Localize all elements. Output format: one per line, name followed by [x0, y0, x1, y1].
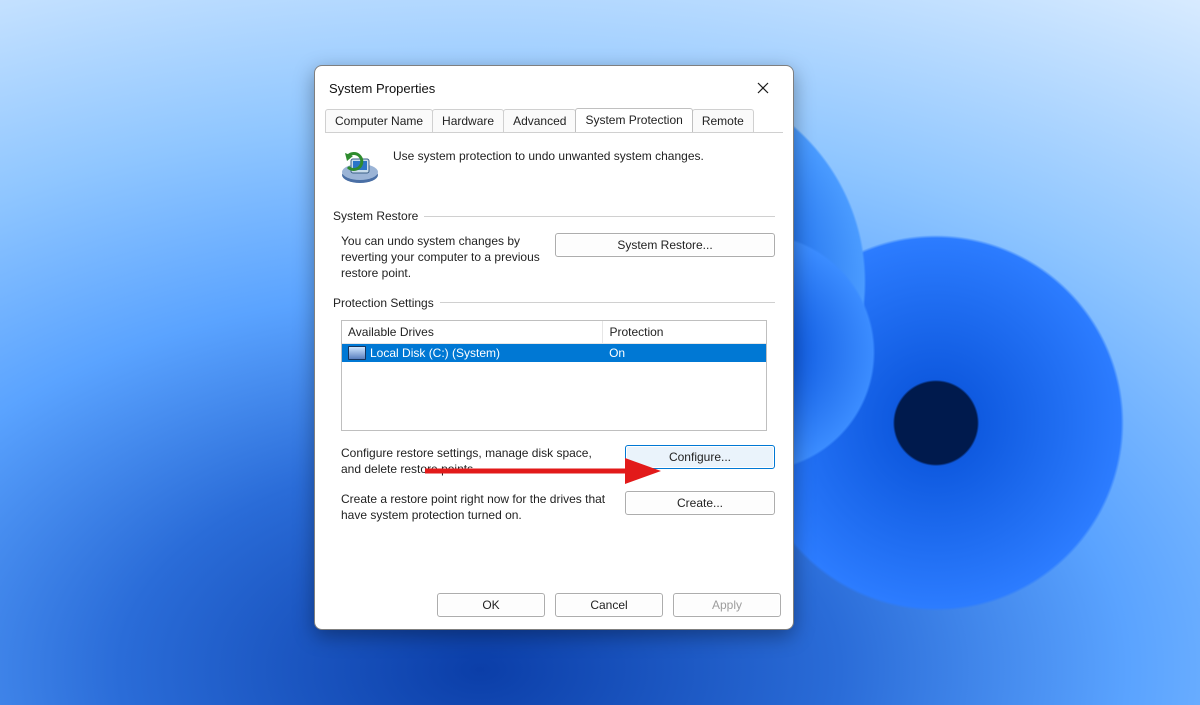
- dialog-footer: OK Cancel Apply: [315, 585, 793, 629]
- table-row[interactable]: Local Disk (C:) (System) On: [342, 344, 766, 362]
- configure-row: Configure restore settings, manage disk …: [333, 445, 775, 477]
- group-heading-system-restore: System Restore: [333, 209, 775, 223]
- close-button[interactable]: [747, 76, 779, 100]
- configure-button[interactable]: Configure...: [625, 445, 775, 469]
- apply-button[interactable]: Apply: [673, 593, 781, 617]
- system-properties-dialog: System Properties Computer Name Hardware…: [314, 65, 794, 630]
- column-header-protection[interactable]: Protection: [603, 321, 766, 343]
- titlebar: System Properties: [315, 66, 793, 106]
- cancel-button[interactable]: Cancel: [555, 593, 663, 617]
- drive-protection-status: On: [603, 344, 766, 362]
- intro-row: Use system protection to undo unwanted s…: [333, 145, 775, 187]
- create-desc: Create a restore point right now for the…: [333, 491, 613, 523]
- group-heading-text: System Restore: [333, 209, 418, 223]
- table-header: Available Drives Protection: [342, 321, 766, 344]
- close-icon: [757, 82, 769, 94]
- tabstrip: Computer Name Hardware Advanced System P…: [315, 108, 793, 132]
- system-restore-row: You can undo system changes by reverting…: [333, 233, 775, 282]
- group-heading-text: Protection Settings: [333, 296, 434, 310]
- system-restore-desc: You can undo system changes by reverting…: [333, 233, 543, 282]
- system-restore-button[interactable]: System Restore...: [555, 233, 775, 257]
- configure-desc: Configure restore settings, manage disk …: [333, 445, 613, 477]
- tab-system-protection[interactable]: System Protection: [575, 108, 692, 132]
- tab-advanced[interactable]: Advanced: [503, 109, 576, 133]
- ok-button[interactable]: OK: [437, 593, 545, 617]
- divider: [424, 216, 775, 217]
- group-heading-protection-settings: Protection Settings: [333, 296, 775, 310]
- intro-text: Use system protection to undo unwanted s…: [393, 145, 704, 163]
- create-row: Create a restore point right now for the…: [333, 491, 775, 523]
- dialog-title: System Properties: [329, 81, 435, 96]
- tab-remote[interactable]: Remote: [692, 109, 754, 133]
- drives-table: Available Drives Protection Local Disk (…: [341, 320, 767, 431]
- drive-name: Local Disk (C:) (System): [370, 346, 500, 360]
- tab-panel-system-protection: Use system protection to undo unwanted s…: [325, 132, 783, 585]
- tab-hardware[interactable]: Hardware: [432, 109, 504, 133]
- system-protection-icon: [339, 145, 381, 187]
- column-header-drive[interactable]: Available Drives: [342, 321, 603, 343]
- desktop-wallpaper: System Properties Computer Name Hardware…: [0, 0, 1200, 705]
- drive-icon: [348, 346, 366, 360]
- divider: [440, 302, 775, 303]
- table-body: Local Disk (C:) (System) On: [342, 344, 766, 430]
- create-button[interactable]: Create...: [625, 491, 775, 515]
- tab-computer-name[interactable]: Computer Name: [325, 109, 433, 133]
